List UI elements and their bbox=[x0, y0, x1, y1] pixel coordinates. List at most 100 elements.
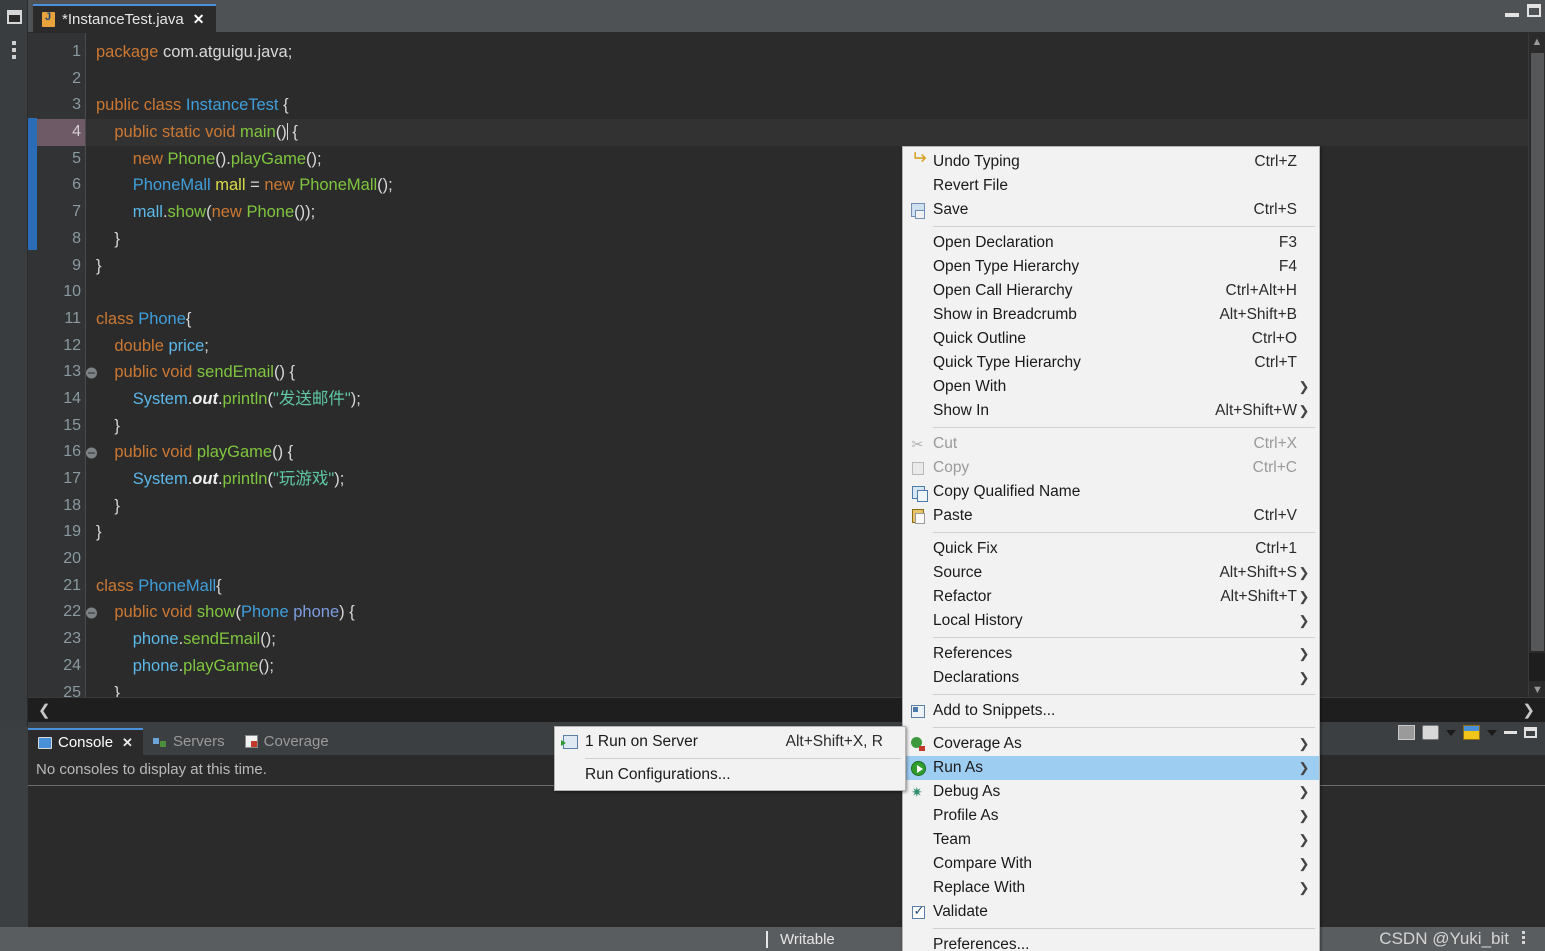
close-icon[interactable]: ✕ bbox=[193, 11, 205, 28]
menu-item-cut[interactable]: ✂ Cut Ctrl+X bbox=[903, 432, 1319, 456]
scroll-up-icon[interactable]: ▲ bbox=[1529, 33, 1545, 50]
menu-item-open-with[interactable]: Open With ❯ bbox=[903, 375, 1319, 399]
code-line[interactable]: System.out.println("玩游戏"); bbox=[86, 466, 1545, 493]
code-line[interactable]: public class InstanceTest { bbox=[86, 92, 1545, 119]
restore-view-button[interactable] bbox=[0, 0, 28, 33]
line-number[interactable]: 3 bbox=[37, 92, 85, 119]
line-number[interactable]: 18 bbox=[37, 493, 85, 520]
bottom-tab-coverage[interactable]: Coverage bbox=[235, 728, 339, 755]
line-number[interactable]: 24 bbox=[37, 653, 85, 680]
scroll-right-icon[interactable]: ❯ bbox=[1522, 701, 1535, 719]
editor-tab-instancetest[interactable]: *InstanceTest.java ✕ bbox=[33, 4, 217, 33]
code-line[interactable]: } bbox=[86, 519, 1545, 546]
line-number[interactable]: 12 bbox=[37, 333, 85, 360]
code-line[interactable]: } bbox=[86, 493, 1545, 520]
caret-down-icon[interactable] bbox=[1487, 729, 1497, 736]
menu-item-revert-file[interactable]: Revert File bbox=[903, 174, 1319, 198]
menu-item-coverage-as[interactable]: Coverage As ❯ bbox=[903, 732, 1319, 756]
submenu-item-run-configurations[interactable]: Run Configurations... bbox=[555, 763, 905, 787]
open-console-icon[interactable] bbox=[1463, 725, 1480, 740]
line-number[interactable]: 15 bbox=[37, 413, 85, 440]
maximize-icon[interactable] bbox=[1527, 4, 1541, 17]
menu-item-local-history[interactable]: Local History ❯ bbox=[903, 609, 1319, 633]
run-as-submenu[interactable]: 1 Run on Server Alt+Shift+X, R Run Configu… bbox=[554, 726, 906, 791]
menu-item-undo-typing[interactable]: Undo Typing Ctrl+Z bbox=[903, 150, 1319, 174]
line-number[interactable]: 6 bbox=[37, 172, 85, 199]
menu-item-save[interactable]: Save Ctrl+S bbox=[903, 198, 1319, 222]
code-line[interactable]: } bbox=[86, 680, 1545, 699]
code-line[interactable] bbox=[86, 546, 1545, 573]
code-line[interactable]: } bbox=[86, 413, 1545, 440]
code-text-area[interactable]: package com.atguigu.java; public class In… bbox=[86, 33, 1545, 698]
line-number[interactable]: 21 bbox=[37, 573, 85, 600]
code-line[interactable]: PhoneMall mall = new PhoneMall(); bbox=[86, 172, 1545, 199]
code-line[interactable]: public void show(Phone phone) { bbox=[86, 599, 1545, 626]
menu-item-preferences[interactable]: Preferences... bbox=[903, 933, 1319, 951]
menu-item-source[interactable]: Source Alt+Shift+S ❯ bbox=[903, 561, 1319, 585]
line-number[interactable]: 20 bbox=[37, 546, 85, 573]
editor-context-menu[interactable]: Undo Typing Ctrl+Z Revert File Save Ctrl+S Op… bbox=[902, 146, 1320, 951]
menu-item-declarations[interactable]: Declarations ❯ bbox=[903, 666, 1319, 690]
menu-item-refactor[interactable]: Refactor Alt+Shift+T ❯ bbox=[903, 585, 1319, 609]
panel-minimize-icon[interactable] bbox=[1504, 731, 1517, 734]
line-number[interactable]: 4 bbox=[37, 119, 97, 146]
bottom-tab-console[interactable]: Console ✕ bbox=[28, 728, 143, 755]
code-line[interactable]: package com.atguigu.java; bbox=[86, 39, 1545, 66]
menu-item-validate[interactable]: Validate bbox=[903, 900, 1319, 924]
line-number[interactable]: 11 bbox=[37, 306, 85, 333]
menu-item-paste[interactable]: Paste Ctrl+V bbox=[903, 504, 1319, 528]
code-line[interactable]: public void playGame() { bbox=[86, 439, 1545, 466]
menu-item-show-in[interactable]: Show In Alt+Shift+W ❯ bbox=[903, 399, 1319, 423]
menu-item-quick-type-hierarchy[interactable]: Quick Type Hierarchy Ctrl+T bbox=[903, 351, 1319, 375]
line-number[interactable]: 1 bbox=[37, 39, 85, 66]
line-number[interactable]: 22 bbox=[37, 599, 97, 626]
code-line[interactable]: class Phone{ bbox=[86, 306, 1545, 333]
menu-item-copy[interactable]: Copy Ctrl+C bbox=[903, 456, 1319, 480]
menu-item-open-type-hierarchy[interactable]: Open Type Hierarchy F4 bbox=[903, 255, 1319, 279]
menu-item-quick-outline[interactable]: Quick Outline Ctrl+O bbox=[903, 327, 1319, 351]
menu-item-compare-with[interactable]: Compare With ❯ bbox=[903, 852, 1319, 876]
menu-item-profile-as[interactable]: Profile As ❯ bbox=[903, 804, 1319, 828]
code-line[interactable]: phone.playGame(); bbox=[86, 653, 1545, 680]
code-line[interactable]: public void sendEmail() { bbox=[86, 359, 1545, 386]
menu-item-debug-as[interactable]: ✷ Debug As ❯ bbox=[903, 780, 1319, 804]
menu-caret-icon[interactable] bbox=[1446, 729, 1456, 736]
scroll-down-icon[interactable]: ▼ bbox=[1529, 681, 1545, 698]
code-line[interactable]: } bbox=[86, 226, 1545, 253]
panel-maximize-icon[interactable] bbox=[1524, 727, 1537, 738]
menu-item-add-to-snippets[interactable]: Add to Snippets... bbox=[903, 699, 1319, 723]
menu-item-replace-with[interactable]: Replace With ❯ bbox=[903, 876, 1319, 900]
display-selected-console-icon[interactable] bbox=[1422, 725, 1439, 740]
line-number[interactable]: 19 bbox=[37, 519, 85, 546]
code-line[interactable]: class PhoneMall{ bbox=[86, 573, 1545, 600]
menu-item-open-declaration[interactable]: Open Declaration F3 bbox=[903, 231, 1319, 255]
line-number[interactable]: 13 bbox=[37, 359, 97, 386]
menu-item-team[interactable]: Team ❯ bbox=[903, 828, 1319, 852]
scroll-left-icon[interactable]: ❮ bbox=[38, 701, 51, 719]
line-number[interactable]: 5 bbox=[37, 146, 85, 173]
code-line[interactable]: phone.sendEmail(); bbox=[86, 626, 1545, 653]
menu-item-quick-fix[interactable]: Quick Fix Ctrl+1 bbox=[903, 537, 1319, 561]
menu-item-open-call-hierarchy[interactable]: Open Call Hierarchy Ctrl+Alt+H bbox=[903, 279, 1319, 303]
close-icon[interactable]: ✕ bbox=[122, 735, 133, 751]
line-number[interactable]: 9 bbox=[37, 253, 85, 280]
line-number[interactable]: 16 bbox=[37, 439, 97, 466]
code-line[interactable] bbox=[86, 279, 1545, 306]
code-line[interactable]: new Phone().playGame(); bbox=[86, 146, 1545, 173]
pin-console-icon[interactable] bbox=[1398, 725, 1415, 740]
line-number[interactable]: 8 bbox=[37, 226, 85, 253]
code-line[interactable]: public static void main() { bbox=[86, 119, 1545, 146]
submenu-item-1-run-on-server[interactable]: 1 Run on Server Alt+Shift+X, R bbox=[555, 730, 905, 754]
menu-item-run-as[interactable]: Run As ❯ bbox=[903, 756, 1319, 780]
code-line[interactable]: mall.show(new Phone()); bbox=[86, 199, 1545, 226]
code-line[interactable]: System.out.println("发送邮件"); bbox=[86, 386, 1545, 413]
line-number[interactable]: 10 bbox=[37, 279, 85, 306]
scrollbar-thumb[interactable] bbox=[1531, 53, 1544, 651]
code-line[interactable]: } bbox=[86, 253, 1545, 280]
menu-item-copy-qualified-name[interactable]: Copy Qualified Name bbox=[903, 480, 1319, 504]
minimize-icon[interactable] bbox=[1505, 12, 1519, 17]
editor-vertical-scrollbar[interactable]: ▲ ▼ bbox=[1528, 33, 1545, 698]
menu-item-show-in-breadcrumb[interactable]: Show in Breadcrumb Alt+Shift+B bbox=[903, 303, 1319, 327]
code-line[interactable] bbox=[86, 66, 1545, 93]
line-number[interactable]: 23 bbox=[37, 626, 85, 653]
